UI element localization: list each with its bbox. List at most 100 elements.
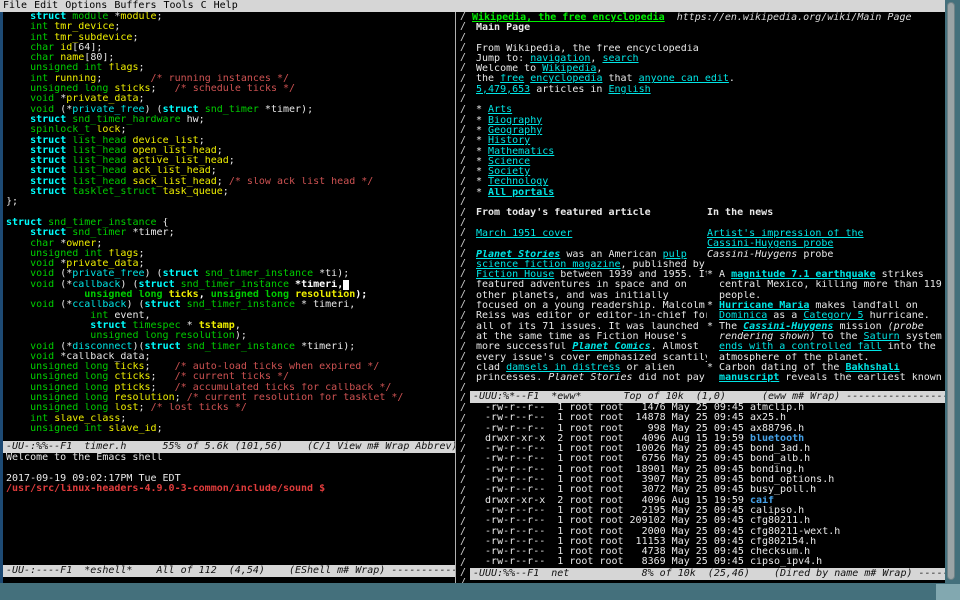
divider-glyph: / — [460, 22, 470, 32]
dired-row: -rw-r--r-- 1 root root 14878 May 25 09:4… — [473, 413, 945, 423]
dired-filename[interactable]: cfg802154.h — [750, 537, 816, 547]
link[interactable]: Biography — [488, 116, 542, 126]
link[interactable]: magnitude 7.1 earthquake — [731, 270, 876, 280]
link[interactable]: Planet Stories — [476, 250, 560, 260]
menu-help[interactable]: Help — [214, 0, 238, 11]
text-segment: void — [30, 269, 54, 279]
text-segment: * — [476, 157, 488, 167]
link[interactable]: Bakhshali — [845, 363, 899, 373]
link[interactable]: Mathematics — [488, 147, 554, 157]
dired-filename[interactable]: cfg80211.h — [750, 516, 810, 526]
text-line: clad damsels in distress or alien — [476, 363, 707, 373]
text-line: int running; /* running instances */ — [6, 74, 455, 84]
dired-filename[interactable]: busy_poll.h — [750, 485, 816, 495]
text-segment: *timeri); — [295, 342, 355, 352]
dired-filename[interactable]: cfg80211-wext.h — [750, 527, 840, 537]
link[interactable]: free — [500, 74, 524, 84]
text-segment: unsigned long — [211, 290, 289, 300]
text-line: rendering shown) to the Saturn system — [707, 332, 945, 342]
dired-filename[interactable]: ax88796.h — [750, 424, 804, 434]
menu-buffers[interactable]: Buffers — [114, 0, 156, 11]
emacs-frame: File Edit Options Buffers Tools C Help struct … — [0, 0, 960, 600]
link[interactable]: 5,479,653 — [476, 85, 530, 95]
text-segment: ; — [229, 156, 235, 166]
text-line: ends with a controlled fall into the — [707, 342, 945, 352]
text-segment: char — [30, 53, 54, 63]
text-segment: * — [476, 126, 488, 136]
link[interactable]: Wikipedia — [542, 64, 596, 74]
text-segment: tasklet_struct — [72, 187, 156, 197]
dired-filename[interactable]: bluetooth — [750, 434, 804, 444]
text-segment: or alien — [621, 363, 675, 373]
text-line: From today's featured article — [476, 208, 707, 218]
menu-options[interactable]: Options — [65, 0, 107, 11]
link[interactable]: Cassini-Huygens probe — [707, 239, 833, 249]
text-segment: , — [590, 54, 602, 64]
dired-file-attributes: -rw-r--r-- 1 root root 998 May 25 09:45 — [473, 424, 750, 434]
link[interactable]: anyone can edit — [639, 74, 729, 84]
eww-window[interactable]: Main PageFrom Wikipedia, the free encycl… — [470, 23, 945, 391]
link[interactable]: Arts — [488, 105, 512, 115]
text-segment: /* slow ack list head */ — [229, 177, 374, 187]
link[interactable]: ends with a controlled fall — [719, 342, 882, 352]
link[interactable]: Hurricane Maria — [719, 301, 809, 311]
link[interactable]: Dominica — [719, 311, 767, 321]
menu-c[interactable]: C — [201, 0, 207, 11]
text-segment: ; — [157, 424, 163, 434]
text-segment: ) ( — [145, 269, 163, 279]
menu-tools[interactable]: Tools — [164, 0, 194, 11]
text-segment: slave_id — [108, 424, 156, 434]
dired-filename[interactable]: caif — [750, 496, 774, 506]
link[interactable]: All portals — [488, 188, 554, 198]
dired-filename[interactable]: bond_alb.h — [750, 454, 810, 464]
link[interactable]: English — [608, 85, 650, 95]
dired-filename[interactable]: bond_3ad.h — [750, 444, 810, 454]
dired-filename[interactable]: atmclip.h — [750, 403, 804, 413]
link[interactable]: Geography — [488, 126, 542, 136]
dired-filename[interactable]: checksum.h — [750, 547, 810, 557]
text-line: char name[80]; — [6, 53, 455, 63]
text-segment: snd_timer_instance — [187, 300, 295, 310]
text-segment: active_list_head — [132, 156, 228, 166]
link[interactable]: Fiction House — [476, 270, 554, 280]
link[interactable]: Planet Comics — [572, 342, 650, 352]
divider-glyph: / — [460, 424, 470, 434]
menu-edit[interactable]: Edit — [34, 0, 58, 11]
text-segment: ; — [175, 393, 187, 403]
link[interactable]: navigation — [530, 54, 590, 64]
dired-filename[interactable]: ax25.h — [750, 413, 786, 423]
dired-window[interactable]: -rw-r--r-- 1 root root 1476 May 25 09:45… — [470, 403, 945, 568]
menu-file[interactable]: File — [3, 0, 27, 11]
dired-row: -rw-r--r-- 1 root root 1476 May 25 09:45… — [473, 403, 945, 413]
resize-grip[interactable] — [936, 584, 960, 600]
dired-row: -rw-r--r-- 1 root root 11153 May 25 09:4… — [473, 537, 945, 547]
eww-page-title-link[interactable]: Wikipedia, the free encyclopedia — [472, 12, 665, 23]
link[interactable]: History — [488, 136, 530, 146]
link[interactable]: search — [602, 54, 638, 64]
link[interactable]: Category 5 — [803, 311, 863, 321]
link[interactable]: pulp — [663, 250, 687, 260]
link[interactable]: manuscript — [719, 373, 779, 383]
link[interactable]: encyclopedia — [530, 74, 602, 84]
link[interactable]: science fiction magazine — [476, 260, 621, 270]
link[interactable]: Society — [488, 167, 530, 177]
window-scrollbar[interactable] — [947, 2, 955, 580]
dired-filename[interactable]: bonding.h — [750, 465, 804, 475]
dired-filename[interactable]: bond_options.h — [750, 475, 834, 485]
eww-page-url: https://en.wikipedia.org/wiki/Main Page — [677, 12, 912, 23]
dired-file-attributes: -rw-r--r-- 1 root root 1476 May 25 09:45 — [473, 403, 750, 413]
link[interactable]: Artist's impression of the — [707, 229, 864, 239]
link[interactable]: Cassini-Huygens — [743, 322, 833, 332]
link[interactable]: March 1951 cover — [476, 229, 572, 239]
dired-filename[interactable]: cipso_ipv4.h — [750, 557, 822, 567]
eshell-window[interactable]: Welcome to the Emacs shell2017-09-19 09:… — [3, 453, 455, 565]
window-divider[interactable]: ////////////////////////////////////////… — [455, 12, 470, 583]
text-segment: list_head — [72, 136, 126, 146]
link[interactable]: Saturn — [864, 332, 900, 342]
link[interactable]: Science — [488, 157, 530, 167]
code-window[interactable]: struct module *module; int tmr_device; i… — [3, 12, 455, 441]
text-segment: pticks — [114, 383, 150, 393]
dired-filename[interactable]: calipso.h — [750, 506, 804, 516]
link[interactable]: Technology — [488, 177, 548, 187]
link[interactable]: damsels in distress — [506, 363, 620, 373]
